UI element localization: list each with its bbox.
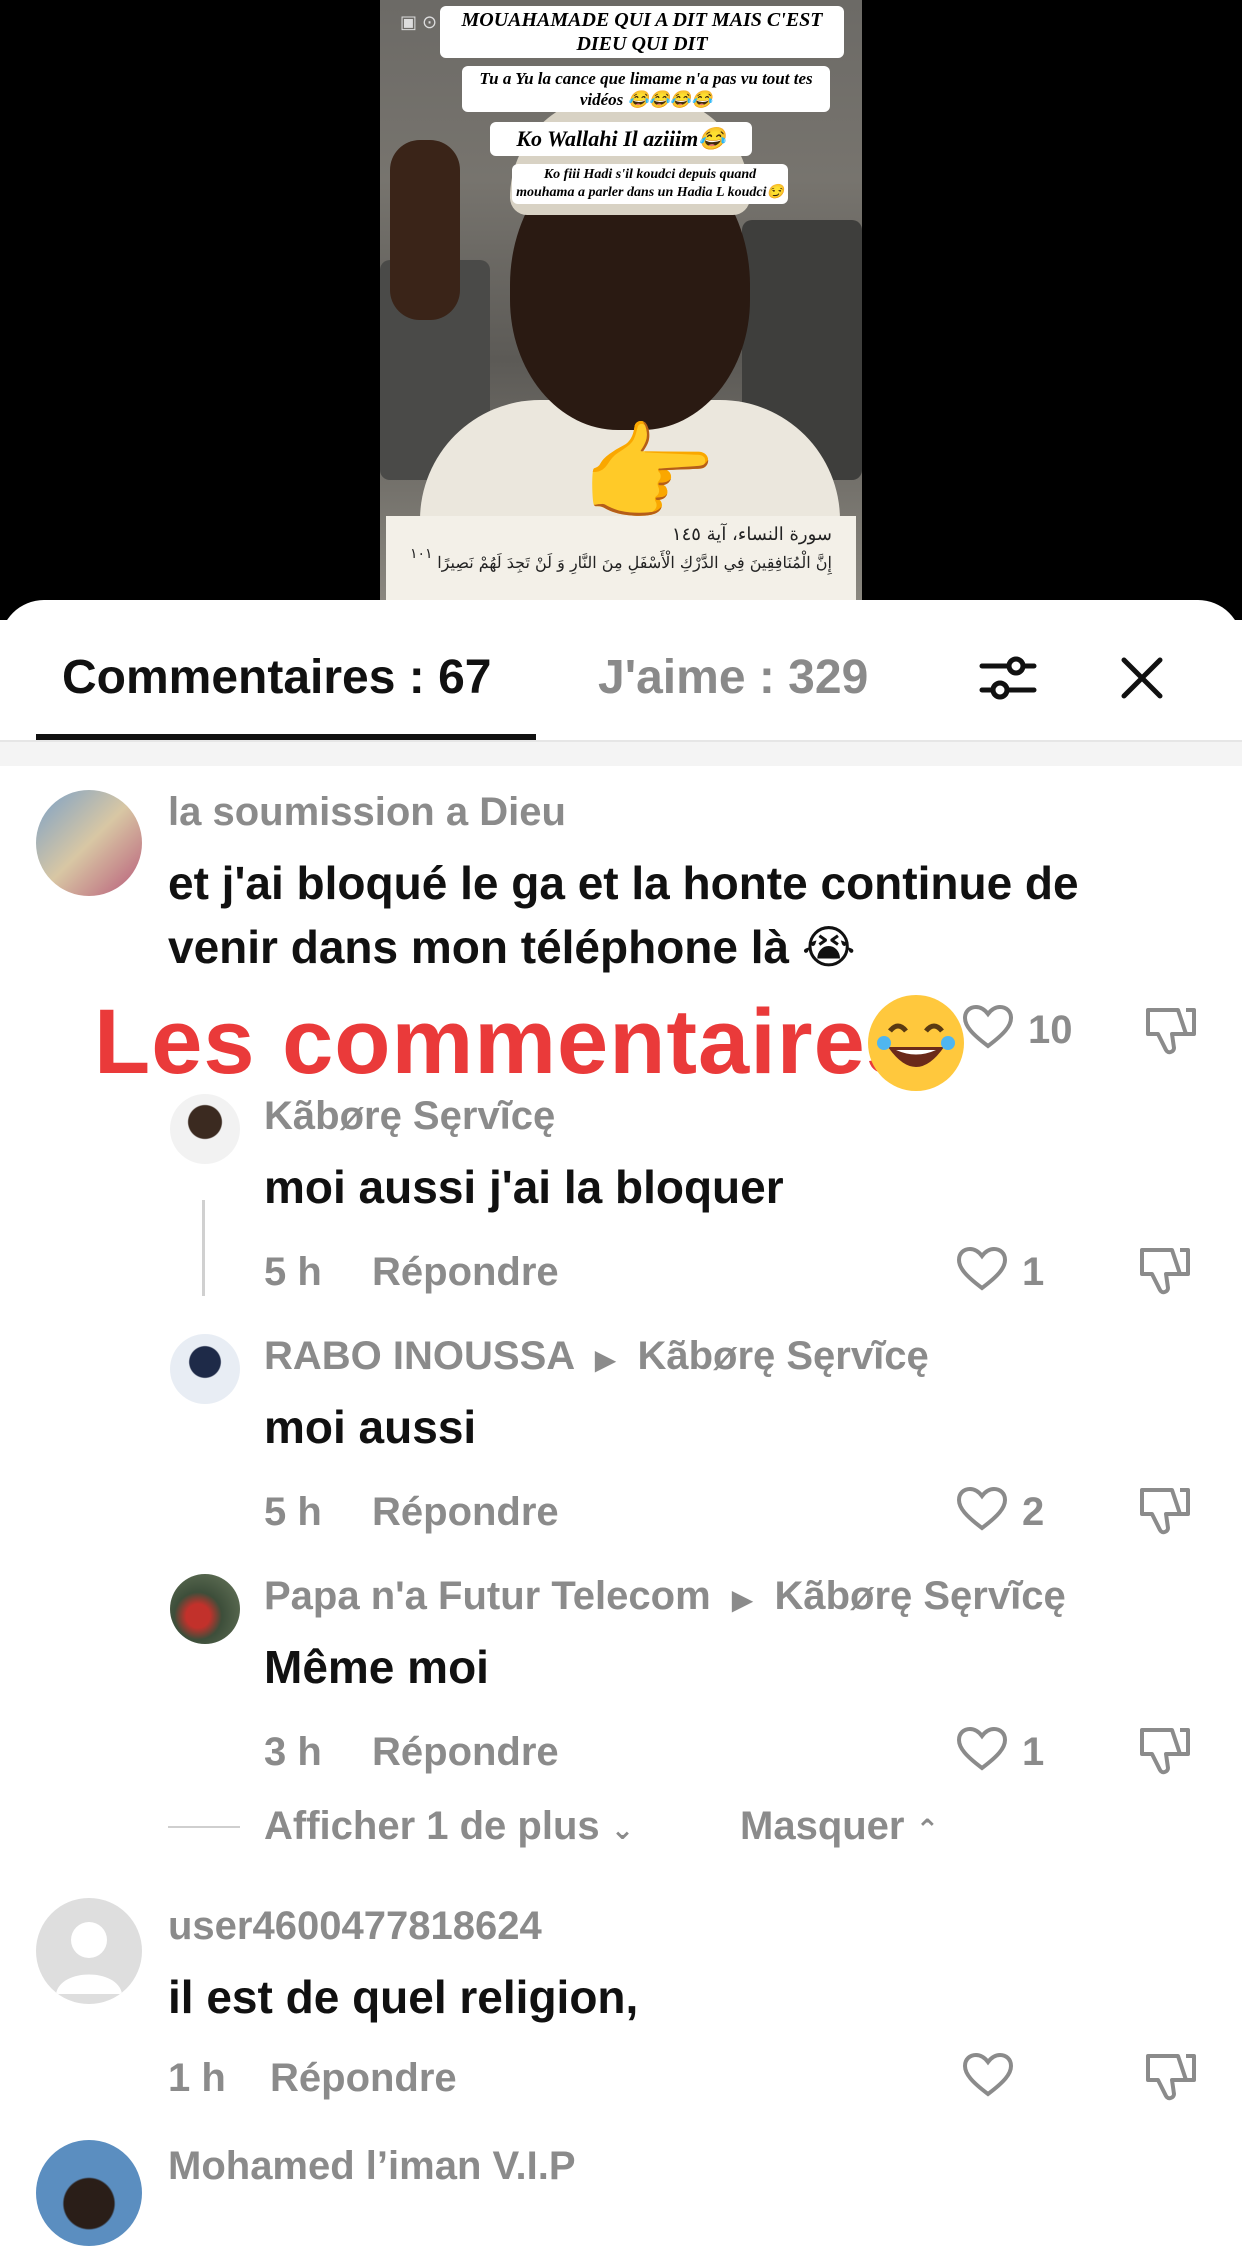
like-count: 10 — [1028, 1008, 1073, 1052]
comment-username[interactable]: Mohamed l’iman V.I.P — [168, 2144, 576, 2189]
heart-icon[interactable] — [962, 2052, 1014, 2103]
reply-username[interactable]: Kãbørę Sęrvĩcę — [264, 1094, 555, 1139]
show-more-replies[interactable]: Afficher 1 de plus ⌄ — [264, 1804, 634, 1849]
comment-text: il est de quel religion, — [168, 1971, 639, 2023]
video-caption-2: Tu a Yu la cance que limame n'a pas vu t… — [462, 66, 830, 112]
avatar[interactable] — [170, 1574, 240, 1644]
pointing-hand-emoji-icon: 👉 — [580, 413, 717, 536]
comment-time: 1 h — [168, 2056, 226, 2100]
hide-label: Masquer — [740, 1804, 905, 1848]
heart-icon[interactable] — [962, 1004, 1014, 1055]
thumbs-down-icon[interactable] — [1142, 1004, 1198, 1061]
avatar[interactable] — [170, 1334, 240, 1404]
video-top-icons: ▣ ⊙ — [400, 12, 438, 32]
video-caption-1: MOUAHAMADE QUI A DIT MAIS C'EST DIEU QUI… — [440, 6, 844, 58]
reply-button[interactable]: Répondre — [270, 2056, 457, 2101]
sheet-tabs: Commentaires : 67 J'aime : 329 — [0, 600, 1242, 742]
avatar[interactable] — [36, 1898, 142, 2004]
close-icon[interactable] — [1110, 646, 1174, 710]
thumbs-down-icon[interactable] — [1142, 2050, 1198, 2107]
thread-line — [202, 1200, 205, 1296]
reply-time: 5 h — [264, 1490, 322, 1534]
filter-icon[interactable] — [976, 646, 1040, 710]
tab-comments[interactable]: Commentaires : 67 — [62, 650, 492, 705]
reply-button[interactable]: Répondre — [372, 1490, 559, 1535]
heart-icon[interactable] — [956, 1486, 1008, 1537]
section-separator — [0, 742, 1242, 766]
reply-author[interactable]: RABO INOUSSA — [264, 1334, 574, 1378]
reply-text: moi aussi j'ai la bloquer — [264, 1161, 784, 1213]
reply-time: 3 h — [264, 1730, 322, 1774]
reply-text: Même moi — [264, 1641, 489, 1693]
reply-arrow-icon: ▶ — [731, 1584, 754, 1615]
like-count: 2 — [1022, 1490, 1045, 1534]
quran-verse: إِنَّ الْمُنَافِقِينَ فِي الدَّرْكِ الْأ… — [437, 553, 832, 572]
reply-username[interactable]: Papa n'a Futur Telecom ▶ Kãbørę Sęrvĩcę — [264, 1574, 1066, 1619]
reply-time: 5 h — [264, 1250, 322, 1294]
laughing-emoji-icon — [868, 995, 964, 1091]
video-caption-3: Ko Wallahi Il aziiim😂 — [490, 122, 752, 156]
reply-button[interactable]: Répondre — [372, 1250, 559, 1295]
avatar[interactable] — [170, 1094, 240, 1164]
quran-page-number: ١٠١ — [410, 546, 433, 562]
comments-sheet: Commentaires : 67 J'aime : 329 — [0, 600, 1242, 2208]
chevron-up-icon: ⌃ — [915, 1814, 940, 1845]
thread-divider — [168, 1826, 240, 1828]
like-count: 1 — [1022, 1730, 1045, 1774]
avatar[interactable] — [36, 790, 142, 896]
video-player[interactable]: 👉 ▣ ⊙ MOUAHAMADE QUI A DIT MAIS C'EST DI… — [0, 0, 1242, 620]
tab-likes[interactable]: J'aime : 329 — [598, 650, 868, 705]
comment-text: venir dans mon téléphone là 😭 — [168, 921, 856, 973]
reply-arrow-icon: ▶ — [594, 1344, 617, 1375]
like-count: 1 — [1022, 1250, 1045, 1294]
comment-text: et j'ai bloqué le ga et la honte continu… — [168, 857, 1079, 909]
chevron-down-icon: ⌄ — [610, 1814, 635, 1845]
reply-username[interactable]: RABO INOUSSA ▶ Kãbørę Sęrvĩcę — [264, 1334, 929, 1379]
reply-target[interactable]: Kãbørę Sęrvĩcę — [774, 1574, 1065, 1618]
show-more-label: Afficher 1 de plus — [264, 1804, 600, 1848]
video-caption-4: Ko fiii Hadi s'il koudci depuis quand mo… — [512, 164, 788, 204]
comment-username[interactable]: la soumission a Dieu — [168, 790, 566, 835]
quran-verse-box: سورة النساء، آية ١٤٥ إِنَّ الْمُنَافِقِي… — [386, 516, 856, 600]
heart-icon[interactable] — [956, 1726, 1008, 1777]
heart-icon[interactable] — [956, 1246, 1008, 1297]
hide-replies[interactable]: Masquer ⌃ — [740, 1804, 939, 1849]
reply-target[interactable]: Kãbørę Sęrvĩcę — [637, 1334, 928, 1378]
thumbs-down-icon[interactable] — [1136, 1484, 1192, 1541]
reply-button[interactable]: Répondre — [372, 1730, 559, 1775]
reply-text: moi aussi — [264, 1401, 477, 1453]
raised-hand — [390, 140, 460, 320]
reply-author[interactable]: Papa n'a Futur Telecom — [264, 1574, 711, 1618]
overlay-title: Les commentaires — [94, 991, 918, 1093]
quran-reference: سورة النساء، آية ١٤٥ — [671, 524, 832, 545]
comment-username[interactable]: user4600477818624 — [168, 1904, 542, 1949]
thumbs-down-icon[interactable] — [1136, 1244, 1192, 1301]
avatar[interactable] — [36, 2140, 142, 2246]
thumbs-down-icon[interactable] — [1136, 1724, 1192, 1781]
